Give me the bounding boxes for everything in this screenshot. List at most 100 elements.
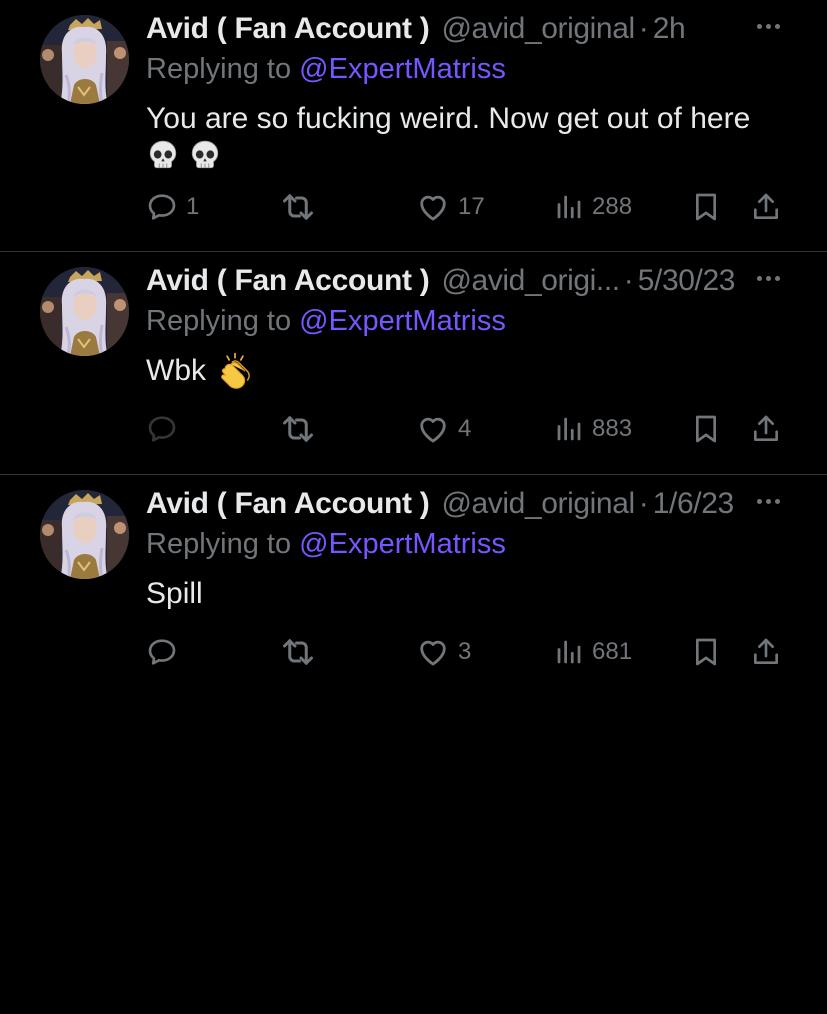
- tweet-header: Avid ( Fan Account ) @avid_original · 1/…: [146, 485, 787, 523]
- heart-outline-icon: [416, 635, 450, 669]
- tweet-text-line: You are so fucking weird. Now get out of…: [146, 102, 751, 135]
- retweet-arrows-icon: [280, 189, 316, 225]
- tweet-text: Wbk: [146, 352, 787, 390]
- skull-emoji: [146, 138, 180, 172]
- avatar[interactable]: [40, 15, 129, 104]
- share-upload-icon: [750, 191, 782, 223]
- avatar[interactable]: [40, 267, 129, 356]
- tweet-text: You are so fucking weird. Now get out of…: [146, 100, 787, 176]
- share-upload-icon: [750, 636, 782, 668]
- separator-dot: ·: [638, 12, 649, 45]
- tweet-content: Avid ( Fan Account ) @avid_origi... · 5/…: [146, 262, 787, 390]
- tweet-header: Avid ( Fan Account ) @avid_original · 2h: [146, 10, 787, 48]
- share-button[interactable]: [750, 409, 782, 449]
- more-dot: [774, 275, 780, 281]
- tweet-text-line: Spill: [146, 577, 203, 610]
- author-handle[interactable]: @avid_original: [441, 10, 635, 48]
- clapping-hands-emoji: [216, 352, 254, 390]
- speech-bubble-icon: [146, 191, 178, 223]
- action-bar: 1 17 288: [146, 187, 786, 227]
- reply-button[interactable]: [146, 632, 186, 672]
- replying-label: Replying to: [146, 528, 300, 560]
- heart-outline-icon: [416, 412, 450, 446]
- more-dot: [756, 275, 762, 281]
- more-options-button[interactable]: [751, 16, 785, 36]
- mention-link[interactable]: @ExpertMatriss: [299, 528, 506, 560]
- more-dot: [756, 498, 762, 504]
- bookmark-button[interactable]: [690, 632, 722, 672]
- tweet-text-line: Wbk: [146, 354, 206, 387]
- reply-button[interactable]: 1: [146, 187, 199, 227]
- retweet-arrows-icon: [280, 411, 316, 447]
- bar-chart-icon: [554, 192, 584, 222]
- bookmark-icon: [690, 413, 722, 445]
- more-dot: [765, 498, 771, 504]
- view-count: 883: [592, 415, 633, 442]
- like-count: 17: [458, 193, 485, 220]
- more-dot: [774, 498, 780, 504]
- share-button[interactable]: [750, 187, 782, 227]
- timestamp[interactable]: 5/30/23: [638, 262, 736, 300]
- avatar[interactable]: [40, 490, 129, 579]
- bookmark-icon: [690, 191, 722, 223]
- heart-outline-icon: [416, 190, 450, 224]
- replying-label: Replying to: [146, 305, 300, 337]
- action-bar: 3 681: [146, 632, 786, 672]
- replying-label: Replying to: [146, 53, 300, 85]
- like-button[interactable]: 3: [416, 632, 471, 672]
- more-options-button[interactable]: [751, 491, 785, 511]
- like-count: 3: [458, 638, 472, 665]
- share-upload-icon: [750, 413, 782, 445]
- retweet-arrows-icon: [280, 634, 316, 670]
- bookmark-icon: [690, 636, 722, 668]
- more-options-button[interactable]: [751, 268, 785, 288]
- more-dot: [774, 23, 780, 29]
- emoji-row: [146, 138, 787, 176]
- mention-link[interactable]: @ExpertMatriss: [299, 53, 506, 85]
- action-bar: 4 883: [146, 409, 786, 449]
- author-name[interactable]: Avid ( Fan Account ): [146, 485, 430, 523]
- retweet-button[interactable]: [280, 632, 324, 672]
- view-count: 681: [592, 638, 633, 665]
- skull-emoji: [188, 138, 222, 172]
- views-button[interactable]: 681: [554, 632, 632, 672]
- timestamp[interactable]: 2h: [653, 10, 686, 48]
- tweet-text: Spill: [146, 575, 787, 613]
- tweet-header: Avid ( Fan Account ) @avid_origi... · 5/…: [146, 262, 787, 300]
- mention-link[interactable]: @ExpertMatriss: [299, 305, 506, 337]
- view-count: 288: [592, 193, 633, 220]
- author-name[interactable]: Avid ( Fan Account ): [146, 262, 430, 300]
- share-button[interactable]: [750, 632, 782, 672]
- author-handle[interactable]: @avid_origi...: [441, 262, 620, 300]
- retweet-button[interactable]: [280, 409, 324, 449]
- timestamp[interactable]: 1/6/23: [653, 485, 734, 523]
- like-button[interactable]: 17: [416, 187, 485, 227]
- replying-to: Replying to @ExpertMatriss: [146, 525, 787, 563]
- replying-to: Replying to @ExpertMatriss: [146, 50, 787, 88]
- speech-bubble-icon: [146, 413, 178, 445]
- tweet[interactable]: Avid ( Fan Account ) @avid_origi... · 5/…: [0, 252, 827, 475]
- reply-count: 1: [186, 193, 200, 220]
- separator-dot: ·: [623, 264, 634, 297]
- separator-dot: ·: [638, 487, 649, 520]
- bookmark-button[interactable]: [690, 187, 722, 227]
- more-dot: [765, 23, 771, 29]
- retweet-button[interactable]: [280, 187, 324, 227]
- tweet[interactable]: Avid ( Fan Account ) @avid_original · 1/…: [0, 475, 827, 695]
- bar-chart-icon: [554, 637, 584, 667]
- views-button[interactable]: 883: [554, 409, 632, 449]
- like-button[interactable]: 4: [416, 409, 471, 449]
- tweet-content: Avid ( Fan Account ) @avid_original · 2h…: [146, 10, 787, 176]
- author-name[interactable]: Avid ( Fan Account ): [146, 10, 430, 48]
- bar-chart-icon: [554, 414, 584, 444]
- speech-bubble-icon: [146, 636, 178, 668]
- more-dot: [756, 23, 762, 29]
- author-handle[interactable]: @avid_original: [441, 485, 635, 523]
- reply-button[interactable]: [146, 409, 186, 449]
- like-count: 4: [458, 415, 472, 442]
- views-button[interactable]: 288: [554, 187, 632, 227]
- bookmark-button[interactable]: [690, 409, 722, 449]
- tweet-content: Avid ( Fan Account ) @avid_original · 1/…: [146, 485, 787, 613]
- tweet[interactable]: Avid ( Fan Account ) @avid_original · 2h…: [0, 0, 827, 252]
- more-dot: [765, 275, 771, 281]
